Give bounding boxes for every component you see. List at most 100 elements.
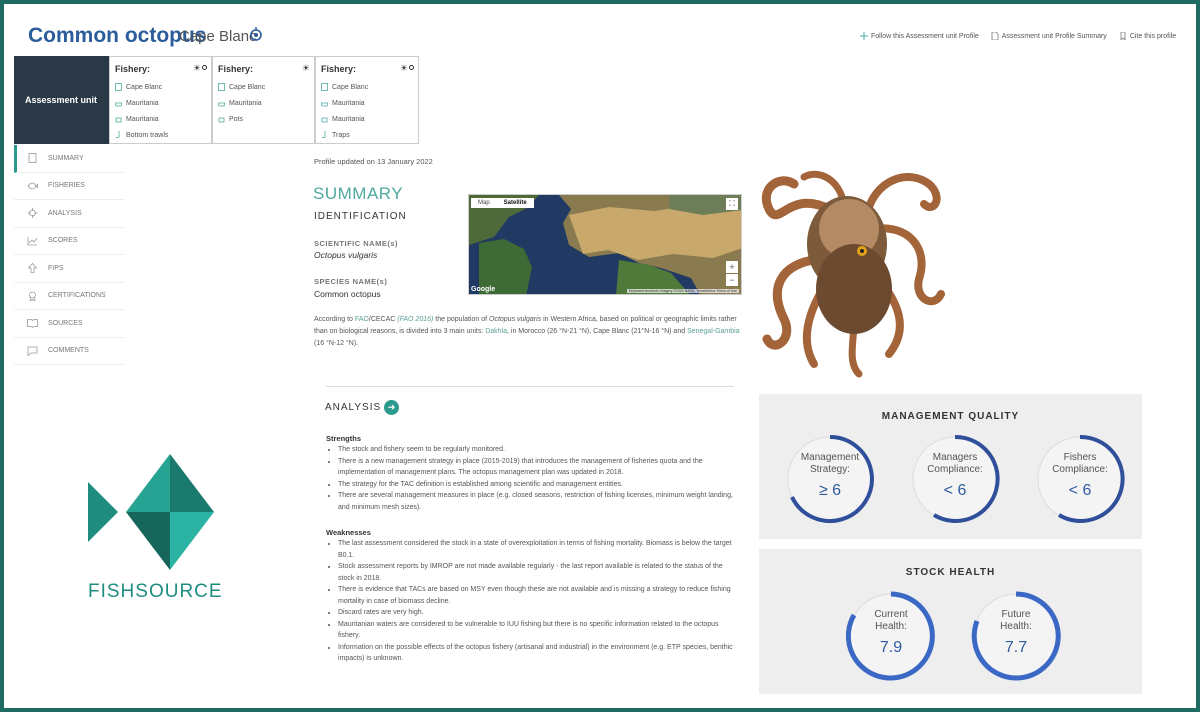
- fishery-item-management: Mauritania: [321, 111, 413, 127]
- management-quality-panel: MANAGEMENT QUALITY Management Strategy: ≥…: [759, 394, 1142, 539]
- list-item: The stock and fishery seem to be regular…: [338, 444, 736, 456]
- fao-2016-citation-link[interactable]: (FAO 2016): [397, 316, 433, 323]
- arrow-up-icon: [27, 263, 38, 274]
- plus-icon: [860, 32, 868, 40]
- comment-icon: [27, 346, 38, 356]
- nav-item-fisheries[interactable]: FISHERIES: [14, 173, 124, 200]
- fishery-card-1[interactable]: Fishery: ☀ Cape Blanc Mauritania Maurita…: [109, 56, 212, 144]
- current-health-gauge[interactable]: Current Health: 7.9: [846, 591, 936, 681]
- hand-icon: [115, 117, 122, 123]
- document-icon: [991, 32, 999, 40]
- fishery-item-management: Mauritania: [115, 111, 206, 127]
- profile-summary-label: Assessment unit Profile Summary: [1001, 32, 1107, 40]
- map-tab[interactable]: Map: [471, 198, 497, 208]
- hand-icon: [218, 117, 225, 123]
- gauge-label: Managers Compliance:: [927, 452, 983, 475]
- book-icon: [27, 319, 38, 329]
- fishery-item-area: Cape Blanc: [115, 79, 206, 95]
- senegal-gambia-link[interactable]: Senegal-Gambia: [687, 328, 740, 335]
- bookmark-icon: [1120, 32, 1126, 40]
- crosshair-icon: [27, 208, 38, 219]
- summary-intro-text: According to FAO/CECAC (FAO 2016) the po…: [314, 316, 740, 347]
- zoom-out-button[interactable]: −: [726, 274, 738, 286]
- nav-item-fips[interactable]: FIPS: [14, 255, 124, 283]
- scientific-name-label: SCIENTIFIC NAME(s): [314, 239, 398, 248]
- document-icon: [28, 153, 37, 164]
- zoom-in-button[interactable]: +: [726, 261, 738, 273]
- management-strategy-gauge[interactable]: Management Strategy: ≥ 6: [785, 434, 875, 524]
- boat-icon: [321, 102, 328, 107]
- analysis-expand-button[interactable]: ➜: [384, 400, 399, 415]
- fishery-card-2[interactable]: Fishery: ☀ Cape Blanc Mauritania Pots: [212, 56, 315, 144]
- fishery-item-gear: Traps: [321, 127, 413, 143]
- gauge-ring: [787, 435, 874, 523]
- fishers-compliance-gauge[interactable]: Fishers Compliance: < 6: [1035, 434, 1125, 524]
- nav-item-sources[interactable]: SOURCES: [14, 310, 124, 338]
- gauge-value: 7.7: [1004, 639, 1028, 656]
- gauge-ring: [971, 591, 1061, 681]
- target-icon: [202, 65, 207, 70]
- section-divider: [326, 386, 734, 387]
- list-item: Information on the possible effects of t…: [338, 642, 736, 665]
- fishery-heading: Fishery:: [218, 64, 254, 74]
- satellite-map[interactable]: Map Satellite ⛶ + − Google Keyboard shor…: [468, 194, 742, 295]
- dakhla-link[interactable]: Dakhla: [485, 328, 507, 335]
- gauge-ring: [1037, 434, 1125, 523]
- gauge-value: < 6: [1068, 482, 1092, 499]
- managers-compliance-gauge[interactable]: Managers Compliance: < 6: [910, 434, 1000, 524]
- target-icon: [409, 65, 414, 70]
- line-chart-icon: [27, 236, 38, 246]
- profile-summary-link[interactable]: Assessment unit Profile Summary: [991, 32, 1107, 40]
- species-name-value: Common octopus: [314, 289, 381, 299]
- nav-item-summary[interactable]: SUMMARY: [14, 145, 124, 173]
- fullscreen-icon[interactable]: ⛶: [726, 198, 738, 210]
- hook-icon: [321, 131, 326, 139]
- management-quality-title: MANAGEMENT QUALITY: [881, 411, 1020, 422]
- sun-icon: ☀: [399, 63, 408, 73]
- area-icon: [115, 83, 122, 91]
- map-attribution[interactable]: Keyboard shortcuts Imagery ©2022 NASA, T…: [626, 289, 739, 293]
- strengths-heading: Strengths: [326, 434, 362, 443]
- future-health-gauge[interactable]: Future Health: 7.7: [971, 591, 1061, 681]
- stock-health-panel: STOCK HEALTH Current Health: 7.9 Future He…: [759, 549, 1142, 694]
- fao-link[interactable]: FAO: [355, 316, 369, 323]
- strengths-list: The stock and fishery seem to be regular…: [326, 444, 736, 513]
- follow-profile-link[interactable]: Follow this Assessment unit Profile: [860, 32, 979, 40]
- fishsource-logo-text: FISHSOURCE: [88, 581, 223, 602]
- map-terrain: [469, 195, 741, 294]
- google-logo: Google: [471, 286, 496, 293]
- fishery-item-area: Cape Blanc: [321, 79, 413, 95]
- list-item: There are several management measures in…: [338, 490, 736, 513]
- gauge-value: < 6: [943, 482, 967, 499]
- fishery-item-gear: Pots: [218, 111, 309, 127]
- list-item: Stock assessment reports by IMROP are no…: [338, 561, 736, 584]
- profile-updated-date: Profile updated on 13 January 2022: [314, 157, 433, 166]
- species-name-label: SPECIES NAME(s): [314, 277, 388, 286]
- nav-item-scores[interactable]: SCORES: [14, 228, 124, 255]
- nav-item-comments[interactable]: COMMENTS: [14, 338, 124, 365]
- gauge-label: Fishers Compliance:: [1052, 452, 1108, 475]
- area-icon: [321, 83, 328, 91]
- boat-icon: [115, 102, 122, 107]
- assessment-unit-tab[interactable]: Assessment unit: [14, 56, 109, 144]
- list-item: Discard rates are very high.: [338, 607, 736, 619]
- identification-heading: IDENTIFICATION: [314, 211, 407, 222]
- nav-item-certifications[interactable]: CERTIFICATIONS: [14, 283, 124, 310]
- octopus-illustration: [761, 170, 945, 378]
- fishery-item-flag: Mauritania: [115, 95, 206, 111]
- gauge-ring: [846, 591, 935, 681]
- page-subtitle: Cape Blanc: [179, 28, 257, 45]
- satellite-tab[interactable]: Satellite: [497, 198, 534, 208]
- list-item: There is evidence that TACs are based on…: [338, 584, 736, 607]
- cite-profile-link[interactable]: Cite this profile: [1119, 32, 1176, 40]
- gauge-ring: [912, 434, 1000, 523]
- fishery-item-flag: Mauritania: [218, 95, 309, 111]
- analysis-heading: ANALYSIS: [325, 402, 382, 413]
- assessment-unit-label: Assessment unit: [25, 95, 98, 105]
- sun-icon: ☀: [192, 63, 201, 73]
- fishery-card-3[interactable]: Fishery: ☀ Cape Blanc Mauritania Maurita…: [315, 56, 419, 144]
- fishery-item-flag: Mauritania: [321, 95, 413, 111]
- nav-item-analysis[interactable]: ANALYSIS: [14, 200, 124, 228]
- location-pin-icon: [250, 27, 262, 41]
- fishsource-logo-mark: [88, 454, 214, 570]
